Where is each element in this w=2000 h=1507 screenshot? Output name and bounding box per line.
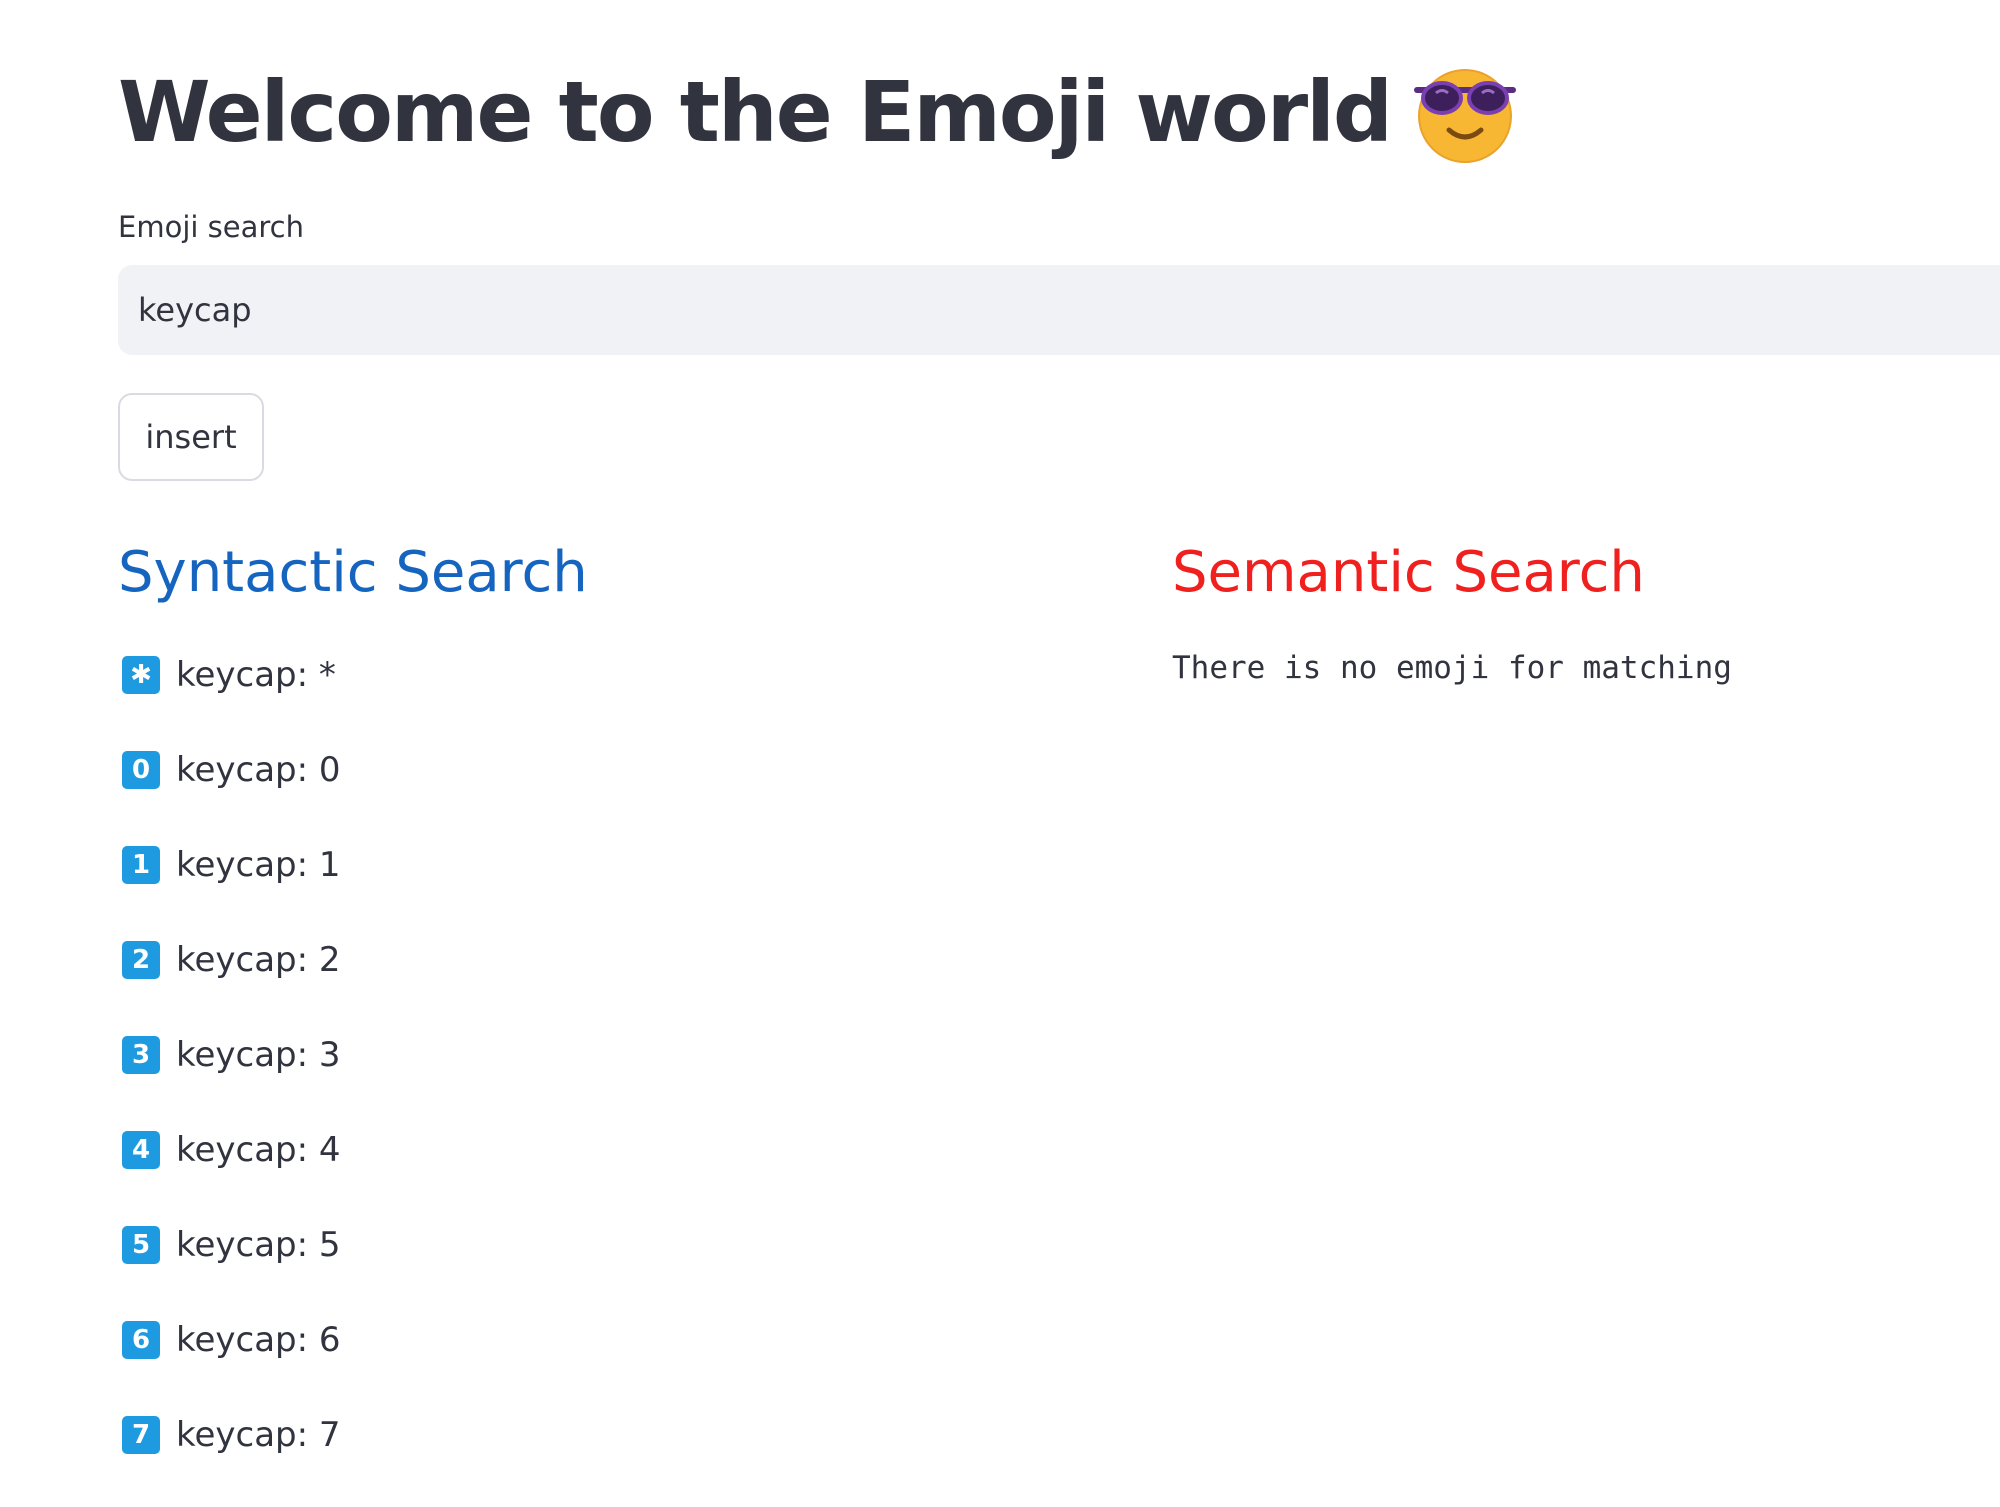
list-item: 4 keycap: 4	[122, 1127, 341, 1222]
keycap-5-icon: 5	[122, 1226, 160, 1264]
list-item: 3 keycap: 3	[122, 1032, 341, 1127]
keycap-6-icon: 6	[122, 1321, 160, 1359]
emoji-search-input[interactable]	[118, 265, 2000, 355]
emoji-search-label: Emoji search	[118, 210, 304, 244]
keycap-1-icon: 1	[122, 846, 160, 884]
result-label: keycap: 7	[176, 1415, 341, 1455]
page-title: Welcome to the Emoji world	[118, 63, 1393, 161]
list-item: 6 keycap: 6	[122, 1317, 341, 1412]
keycap-4-icon: 4	[122, 1131, 160, 1169]
no-match-message: There is no emoji for matching	[1172, 650, 1732, 686]
keycap-3-icon: 3	[122, 1036, 160, 1074]
title-row: Welcome to the Emoji world	[118, 52, 1521, 172]
smiling-face-with-sunglasses-icon	[1414, 69, 1517, 163]
syntactic-results-list: ✱ keycap: * 0 keycap: 0 1 keycap: 1 2 ke…	[122, 652, 341, 1507]
result-label: keycap: 5	[176, 1225, 341, 1265]
app-page: Welcome to the Emoji world Emoji search …	[118, 0, 2000, 1485]
keycap-7-icon: 7	[122, 1416, 160, 1454]
list-item: 2 keycap: 2	[122, 937, 341, 1032]
syntactic-search-heading: Syntactic Search	[118, 540, 588, 605]
result-label: keycap: 6	[176, 1320, 341, 1360]
list-item: ✱ keycap: *	[122, 652, 341, 747]
keycap-asterisk-icon: ✱	[122, 656, 160, 694]
result-label: keycap: 2	[176, 940, 341, 980]
result-label: keycap: 3	[176, 1035, 341, 1075]
list-item: 0 keycap: 0	[122, 747, 341, 842]
keycap-2-icon: 2	[122, 941, 160, 979]
keycap-0-icon: 0	[122, 751, 160, 789]
result-label: keycap: 0	[176, 750, 341, 790]
result-label: keycap: 1	[176, 845, 341, 885]
result-label: keycap: *	[176, 655, 336, 695]
semantic-search-heading: Semantic Search	[1172, 540, 1645, 605]
insert-button[interactable]: insert	[118, 393, 264, 481]
list-item: 5 keycap: 5	[122, 1222, 341, 1317]
list-item: 1 keycap: 1	[122, 842, 341, 937]
result-label: keycap: 4	[176, 1130, 341, 1170]
list-item: 7 keycap: 7	[122, 1412, 341, 1507]
